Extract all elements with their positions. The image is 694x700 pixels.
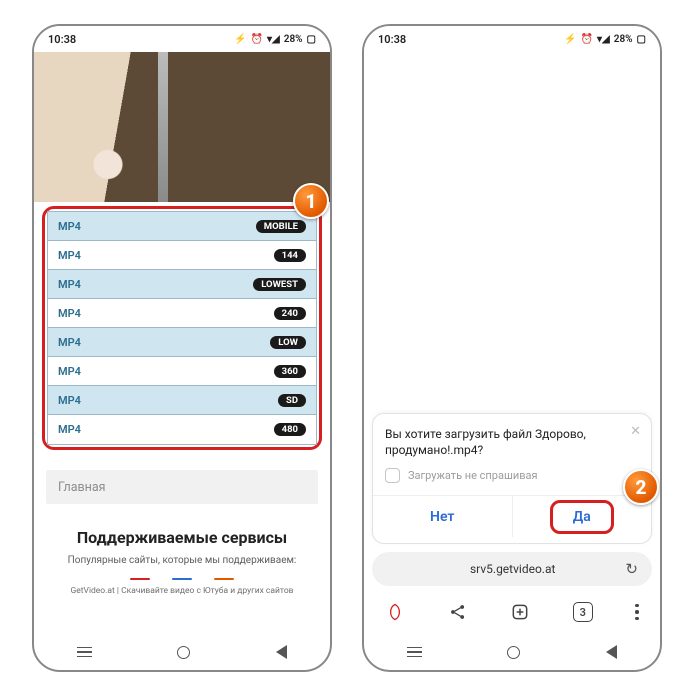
format-row[interactable]: MP4SD bbox=[48, 386, 316, 415]
format-row[interactable]: MP4LOWEST bbox=[48, 270, 316, 299]
page-blank bbox=[364, 52, 660, 413]
footer-note: GetVideo.at | Скачивайте видео с Ютуба и… bbox=[44, 586, 320, 596]
home-nav-button[interactable] bbox=[177, 646, 190, 659]
services-subtitle: Популярные сайты, которые мы поддерживае… bbox=[42, 555, 322, 566]
dont-ask-label: Загружать не спрашивая bbox=[408, 469, 538, 482]
format-row[interactable]: MP4240 bbox=[48, 299, 316, 328]
download-dialog: ✕ Вы хотите загрузить файл Здорово, прод… bbox=[372, 413, 652, 544]
home-button[interactable]: Главная bbox=[46, 470, 318, 504]
browser-bottom-bar: 3 bbox=[364, 590, 660, 634]
menu-dots-icon[interactable] bbox=[635, 604, 639, 621]
status-time: 10:38 bbox=[48, 33, 76, 46]
tab-count-button[interactable]: 3 bbox=[573, 602, 593, 622]
url-text: srv5.getvideo.at bbox=[470, 562, 555, 576]
format-list-highlight: 1 MP4MOBILE MP4144 MP4LOWEST MP4240 MP4L… bbox=[42, 206, 322, 450]
status-time: 10:38 bbox=[378, 33, 406, 46]
dont-ask-row[interactable]: Загружать не спрашивая bbox=[385, 468, 639, 483]
yes-button-wrap[interactable]: Да bbox=[513, 496, 652, 537]
recent-apps-button[interactable] bbox=[407, 647, 422, 658]
status-bar: 10:38 ⚡⏰▾◢28%▢ bbox=[34, 26, 330, 52]
android-nav-bar bbox=[34, 634, 330, 670]
home-nav-button[interactable] bbox=[507, 646, 520, 659]
phone-right: 10:38 ⚡⏰▾◢28%▢ ✕ Вы хотите загрузить фай… bbox=[362, 24, 662, 672]
yandex-logo-icon[interactable] bbox=[385, 602, 405, 622]
no-button[interactable]: Нет bbox=[373, 496, 513, 537]
step-marker-2: 2 bbox=[623, 469, 659, 505]
phone-left: 10:38 ⚡⏰▾◢28%▢ 1 MP4MOBILE MP4144 MP4LOW… bbox=[32, 24, 332, 672]
yes-button: Да bbox=[550, 500, 614, 534]
url-bar[interactable]: srv5.getvideo.at ↻ bbox=[372, 552, 652, 586]
video-thumbnail bbox=[34, 52, 330, 202]
share-icon[interactable] bbox=[448, 602, 468, 622]
recent-apps-button[interactable] bbox=[77, 647, 92, 658]
format-list: MP4MOBILE MP4144 MP4LOWEST MP4240 MP4LOW… bbox=[47, 211, 317, 445]
format-row[interactable]: MP4480 bbox=[48, 415, 316, 444]
back-nav-button[interactable] bbox=[276, 645, 287, 659]
back-nav-button[interactable] bbox=[606, 645, 617, 659]
checkbox-icon[interactable] bbox=[385, 468, 400, 483]
format-row[interactable]: MP4LOW bbox=[48, 328, 316, 357]
status-bar: 10:38 ⚡⏰▾◢28%▢ bbox=[364, 26, 660, 52]
format-row[interactable]: MP4360 bbox=[48, 357, 316, 386]
step-marker-1: 1 bbox=[293, 183, 329, 219]
close-icon[interactable]: ✕ bbox=[630, 424, 641, 439]
refresh-icon[interactable]: ↻ bbox=[625, 560, 638, 578]
format-row[interactable]: MP4MOBILE bbox=[48, 212, 316, 241]
service-dashes bbox=[34, 578, 330, 580]
android-nav-bar bbox=[364, 634, 660, 670]
services-heading: Поддерживаемые сервисы bbox=[42, 528, 322, 547]
new-tab-icon[interactable] bbox=[510, 602, 530, 622]
dialog-text: Вы хотите загрузить файл Здорово, продум… bbox=[385, 426, 639, 458]
format-row[interactable]: MP4144 bbox=[48, 241, 316, 270]
status-indicators: ⚡⏰▾◢28%▢ bbox=[234, 34, 316, 45]
status-indicators: ⚡⏰▾◢28%▢ bbox=[564, 34, 646, 45]
